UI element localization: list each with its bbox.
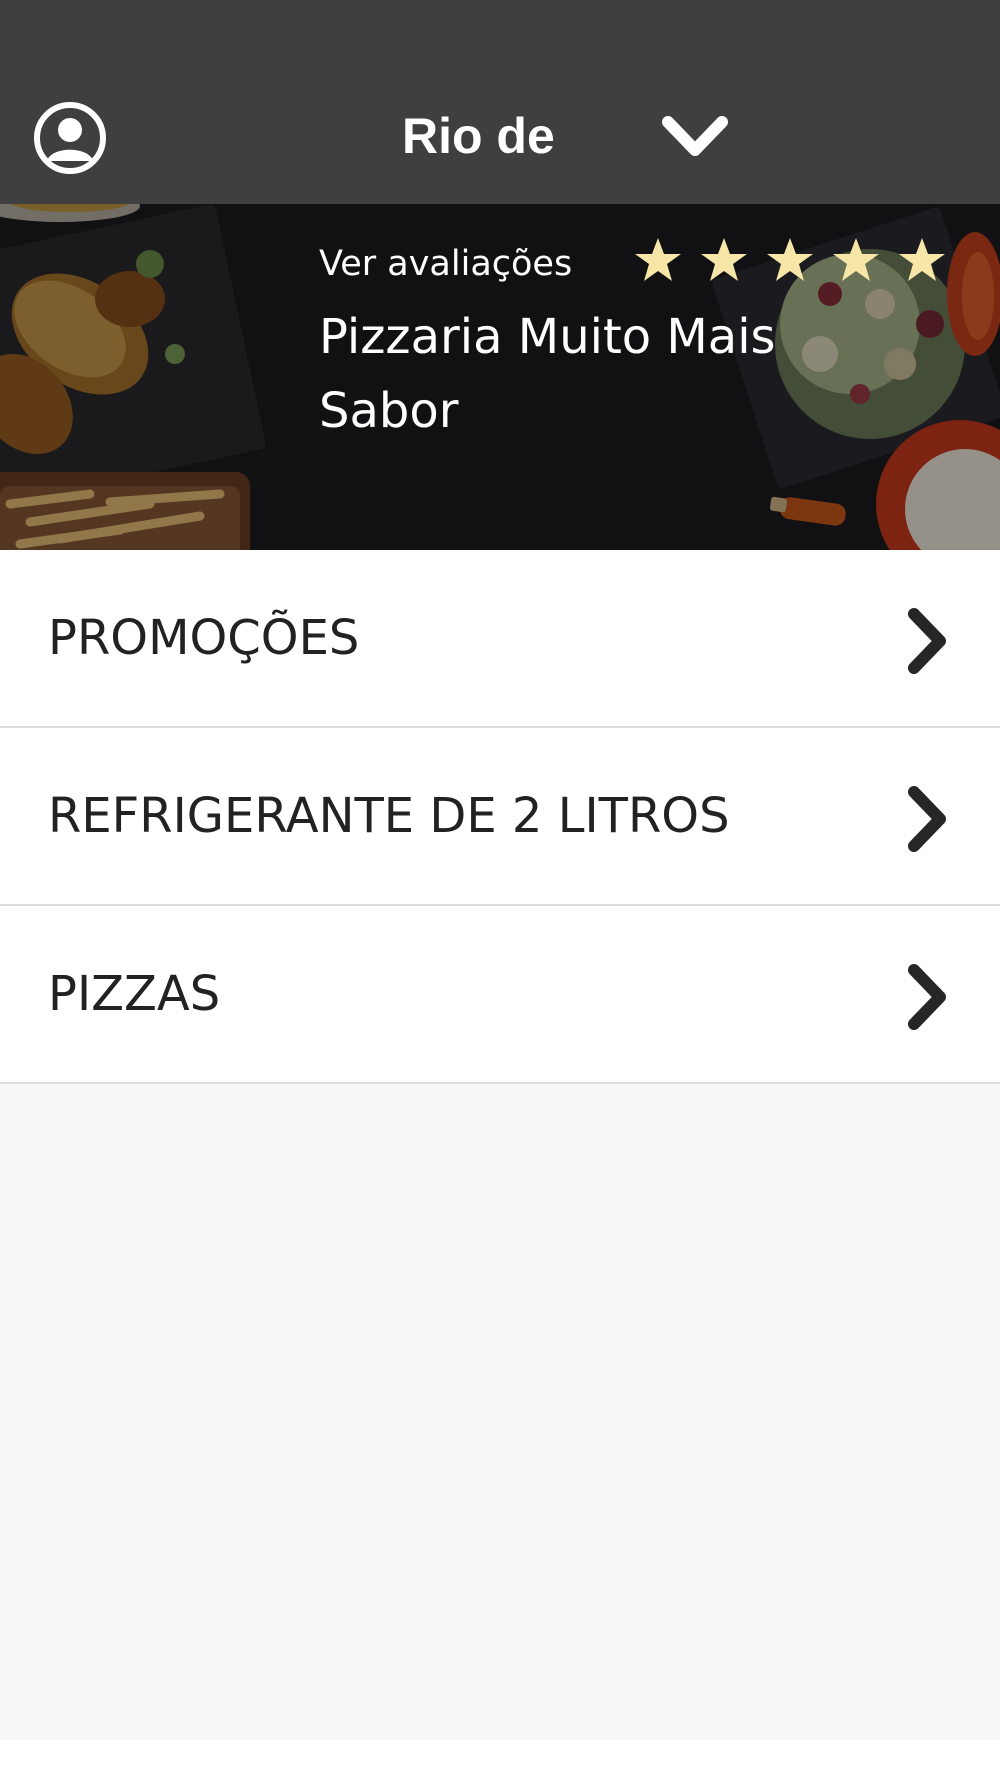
bottom-bar <box>0 1740 1000 1778</box>
star-icon <box>701 238 747 281</box>
reviews-link[interactable]: Ver avaliações <box>319 238 572 290</box>
rating-stars[interactable] <box>634 234 974 290</box>
restaurant-name: Pizzaria Muito Mais Sabor <box>319 309 776 439</box>
star-icon <box>767 238 813 281</box>
category-item-promocoes[interactable]: PROMOÇÕES <box>0 550 1000 728</box>
category-list: PROMOÇÕES REFRIGERANTE DE 2 LITROS PIZZA… <box>0 550 1000 1084</box>
chevron-right-icon <box>908 786 946 852</box>
top-header: Rio de <box>0 0 1000 204</box>
user-circle-icon <box>34 102 106 174</box>
category-label: REFRIGERANTE DE 2 LITROS <box>48 788 730 844</box>
city-dropdown-button[interactable] <box>660 110 730 166</box>
category-item-pizzas[interactable]: PIZZAS <box>0 906 1000 1084</box>
chevron-right-icon <box>908 964 946 1030</box>
category-label: PROMOÇÕES <box>48 610 360 666</box>
profile-button[interactable] <box>33 101 107 175</box>
star-icon <box>833 238 879 281</box>
category-label: PIZZAS <box>48 966 221 1022</box>
star-icon <box>899 238 945 281</box>
category-item-refrigerante[interactable]: REFRIGERANTE DE 2 LITROS <box>0 728 1000 906</box>
restaurant-banner: Ver avaliações Pizzaria Muito Mais Sabor <box>0 204 1000 550</box>
city-title[interactable]: Rio de <box>360 104 600 168</box>
chevron-right-icon <box>908 608 946 674</box>
app-screen: Rio de Ver avaliações Pizzaria Muito Mai… <box>0 0 1000 1778</box>
star-icon <box>635 238 681 281</box>
chevron-down-icon <box>662 116 728 156</box>
